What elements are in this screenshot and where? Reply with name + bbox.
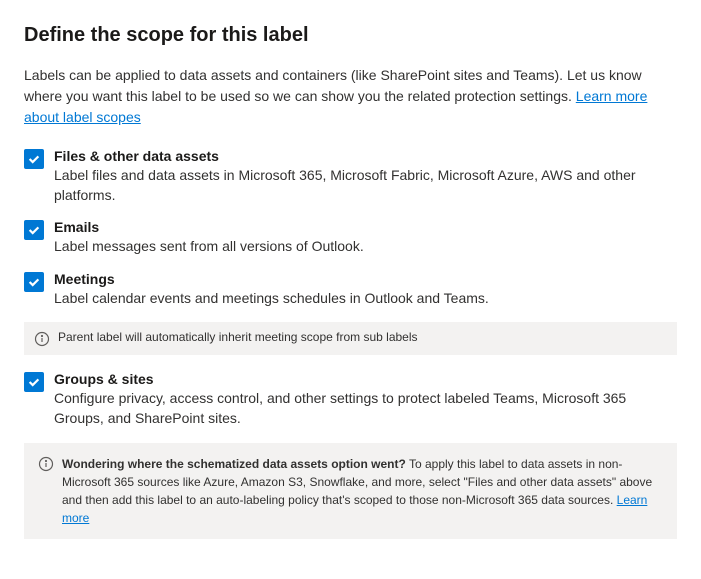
option-files-desc: Label files and data assets in Microsoft… xyxy=(54,166,677,205)
option-files: Files & other data assets Label files an… xyxy=(24,148,677,205)
option-emails: Emails Label messages sent from all vers… xyxy=(24,219,677,257)
checkbox-meetings[interactable] xyxy=(24,272,44,292)
option-groups-desc: Configure privacy, access control, and o… xyxy=(54,389,677,428)
option-files-title: Files & other data assets xyxy=(54,148,677,164)
option-emails-desc: Label messages sent from all versions of… xyxy=(54,237,677,257)
check-icon xyxy=(27,375,41,389)
option-files-content: Files & other data assets Label files an… xyxy=(54,148,677,205)
page-title: Define the scope for this label xyxy=(24,24,677,47)
option-emails-content: Emails Label messages sent from all vers… xyxy=(54,219,677,257)
option-meetings-title: Meetings xyxy=(54,271,677,287)
checkbox-groups[interactable] xyxy=(24,372,44,392)
option-groups: Groups & sites Configure privacy, access… xyxy=(24,371,677,428)
option-meetings: Meetings Label calendar events and meeti… xyxy=(24,271,677,309)
check-icon xyxy=(27,275,41,289)
check-icon xyxy=(27,223,41,237)
option-groups-content: Groups & sites Configure privacy, access… xyxy=(54,371,677,428)
info-icon xyxy=(38,456,54,472)
option-emails-title: Emails xyxy=(54,219,677,235)
intro-text: Labels can be applied to data assets and… xyxy=(24,67,642,104)
info-schematized-text: Wondering where the schematized data ass… xyxy=(62,455,663,527)
check-icon xyxy=(27,152,41,166)
info-bottom-bold: Wondering where the schematized data ass… xyxy=(62,457,406,471)
info-bar-meeting: Parent label will automatically inherit … xyxy=(24,322,677,355)
option-meetings-content: Meetings Label calendar events and meeti… xyxy=(54,271,677,309)
intro-paragraph: Labels can be applied to data assets and… xyxy=(24,65,677,128)
option-groups-title: Groups & sites xyxy=(54,371,677,387)
checkbox-emails[interactable] xyxy=(24,220,44,240)
info-bar-schematized: Wondering where the schematized data ass… xyxy=(24,443,677,539)
info-icon xyxy=(34,331,50,347)
info-meeting-text: Parent label will automatically inherit … xyxy=(58,330,667,344)
checkbox-files[interactable] xyxy=(24,149,44,169)
option-meetings-desc: Label calendar events and meetings sched… xyxy=(54,289,677,309)
